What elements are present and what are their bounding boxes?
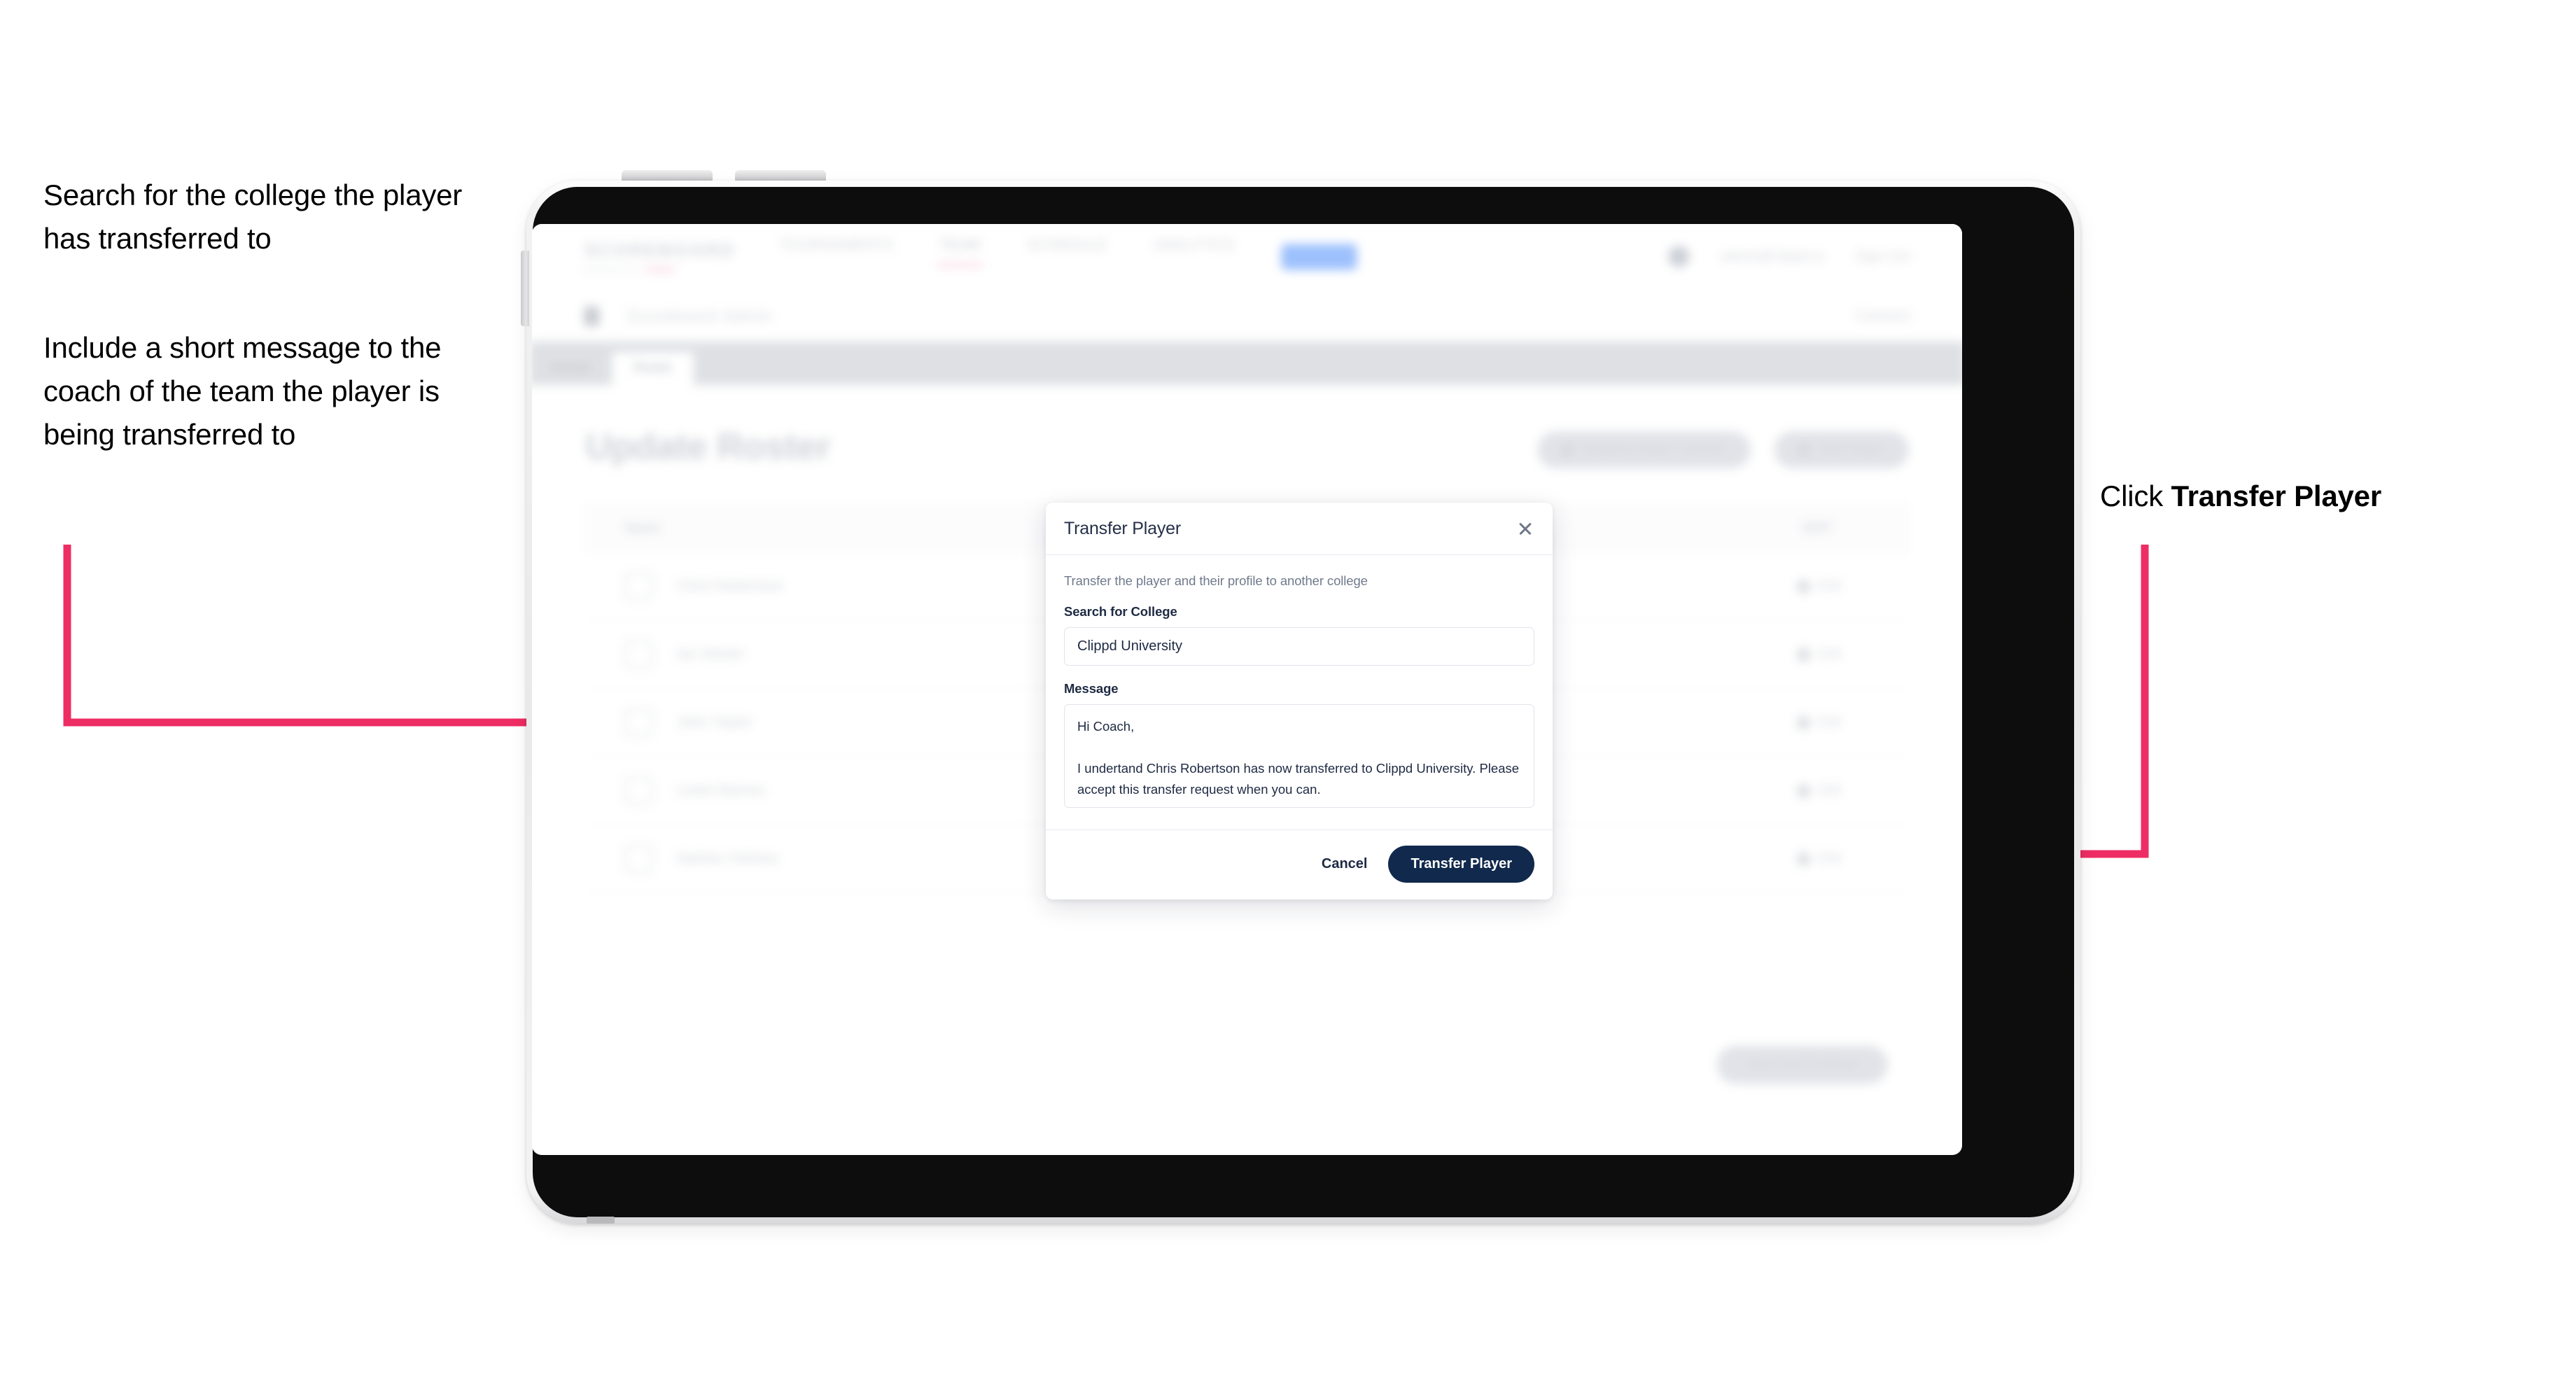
message-label: Message (1064, 681, 1119, 696)
transfer-player-modal: Transfer Player Transfer the player and … (1046, 503, 1553, 899)
search-college-label: Search for College (1064, 604, 1177, 619)
modal-footer: Cancel Transfer Player (1046, 830, 1553, 899)
annotation-click-transfer-player: Click Transfer Player (2100, 475, 2534, 518)
modal-description: Transfer the player and their profile to… (1064, 573, 1368, 588)
device-bottom-nub (587, 1217, 615, 1224)
modal-header: Transfer Player (1046, 503, 1553, 555)
device-volume-down-button (735, 170, 826, 181)
annotation-include-message: Include a short message to the coach of … (43, 331, 442, 451)
device-volume-up-button (622, 170, 713, 181)
device-power-button (521, 251, 529, 326)
field-spacer (1064, 666, 1534, 681)
annotation-right-bold: Transfer Player (2171, 479, 2381, 512)
modal-body: Transfer the player and their profile to… (1046, 555, 1553, 830)
modal-title: Transfer Player (1064, 518, 1181, 538)
message-textarea[interactable]: Hi Coach, I undertand Chris Robertson ha… (1064, 704, 1534, 808)
close-icon[interactable] (1513, 517, 1537, 540)
cancel-button[interactable]: Cancel (1319, 850, 1371, 878)
annotation-right-prefix: Click (2100, 479, 2171, 512)
transfer-player-button[interactable]: Transfer Player (1388, 846, 1534, 883)
search-college-input[interactable] (1064, 627, 1534, 666)
annotation-search-college: Search for the college the player has tr… (43, 178, 463, 255)
